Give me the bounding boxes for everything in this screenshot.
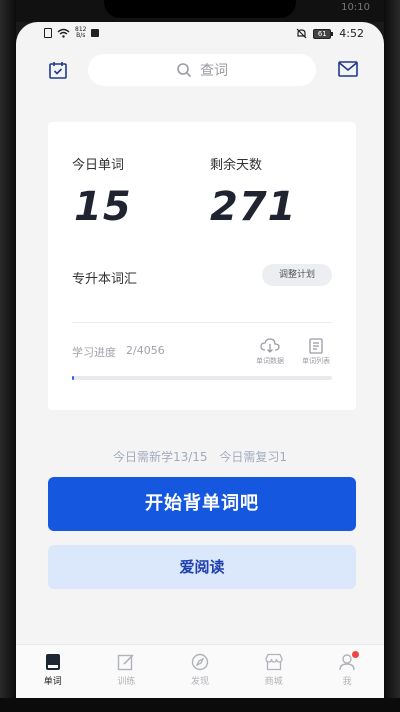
device-frame-right	[384, 0, 400, 712]
progress-fill	[72, 376, 75, 380]
device-frame-left	[0, 0, 16, 712]
nav-label-words: 单词	[43, 677, 62, 687]
divider	[72, 322, 332, 323]
net-speed-unit: B/s	[76, 32, 86, 39]
battery-icon: 61	[313, 28, 334, 39]
search-icon	[177, 63, 192, 78]
device-notch	[104, 0, 296, 18]
frame-time: 10:10	[341, 2, 370, 13]
compass-icon	[191, 653, 209, 671]
status-time: 4:52	[339, 27, 364, 40]
list-doc-icon	[309, 338, 323, 354]
new-words-text: 今日需新学13/15	[112, 450, 208, 464]
wifi-icon	[57, 28, 70, 38]
app-screen: 812 B/s 61 4:52 查词 今日单词 15 剩余天数 271 专升本词…	[16, 22, 384, 698]
nav-item-store[interactable]: 商城	[237, 645, 311, 698]
nav-label-discover: 发现	[190, 677, 209, 687]
device-frame-bottom	[0, 698, 400, 712]
progress-label: 学习进度	[72, 346, 116, 359]
study-card: 今日单词 15 剩余天数 271 专升本词汇 调整计划 学习进度 2/4056 …	[48, 122, 356, 410]
bottom-nav: 单词 训练 发现 商城 我	[16, 644, 384, 698]
today-words-label: 今日单词	[72, 158, 125, 173]
edit-icon	[118, 654, 134, 671]
nav-item-training[interactable]: 训练	[90, 645, 164, 698]
nav-label-store: 商城	[264, 677, 283, 687]
calendar-icon[interactable]	[48, 60, 68, 80]
notification-icon	[91, 29, 100, 37]
plan-name: 专升本词汇	[72, 272, 138, 287]
mute-icon	[296, 28, 307, 39]
days-left-value: 271	[210, 184, 297, 230]
search-placeholder: 查词	[200, 63, 228, 79]
word-list-button[interactable]: 单词列表	[296, 338, 336, 366]
nav-item-discover[interactable]: 发现	[163, 645, 237, 698]
days-left-label: 剩余天数	[210, 158, 263, 173]
sim-icon	[44, 28, 52, 38]
word-list-label: 单词列表	[302, 357, 330, 365]
nav-label-training: 训练	[117, 677, 136, 687]
nav-label-me: 我	[342, 677, 352, 687]
progress-text: 学习进度 2/4056	[72, 344, 165, 360]
cloud-download-icon	[260, 338, 280, 353]
battery-level: 61	[313, 28, 332, 39]
notification-badge	[352, 651, 360, 658]
nav-item-words[interactable]: 单词	[16, 645, 90, 698]
progress-bar	[72, 376, 332, 380]
word-data-label: 单词数据	[256, 357, 284, 365]
network-speed: 812 B/s	[75, 27, 86, 39]
adjust-plan-button[interactable]: 调整计划	[262, 264, 332, 286]
nav-item-me[interactable]: 我	[310, 645, 384, 698]
today-words-value: 15	[74, 184, 132, 230]
progress-value: 2/4056	[126, 344, 165, 357]
store-icon	[264, 653, 283, 671]
start-learning-button[interactable]: 开始背单词吧	[48, 477, 356, 531]
mail-icon[interactable]	[338, 61, 358, 77]
search-input[interactable]: 查词	[88, 54, 316, 86]
daily-summary: 今日需新学13/15 今日需复习1	[16, 448, 384, 465]
status-bar: 812 B/s 61 4:52	[16, 22, 384, 46]
review-text: 今日需复习1	[219, 450, 288, 464]
love-reading-button[interactable]: 爱阅读	[48, 545, 356, 589]
book-icon	[45, 654, 60, 670]
word-data-button[interactable]: 单词数据	[250, 338, 290, 366]
